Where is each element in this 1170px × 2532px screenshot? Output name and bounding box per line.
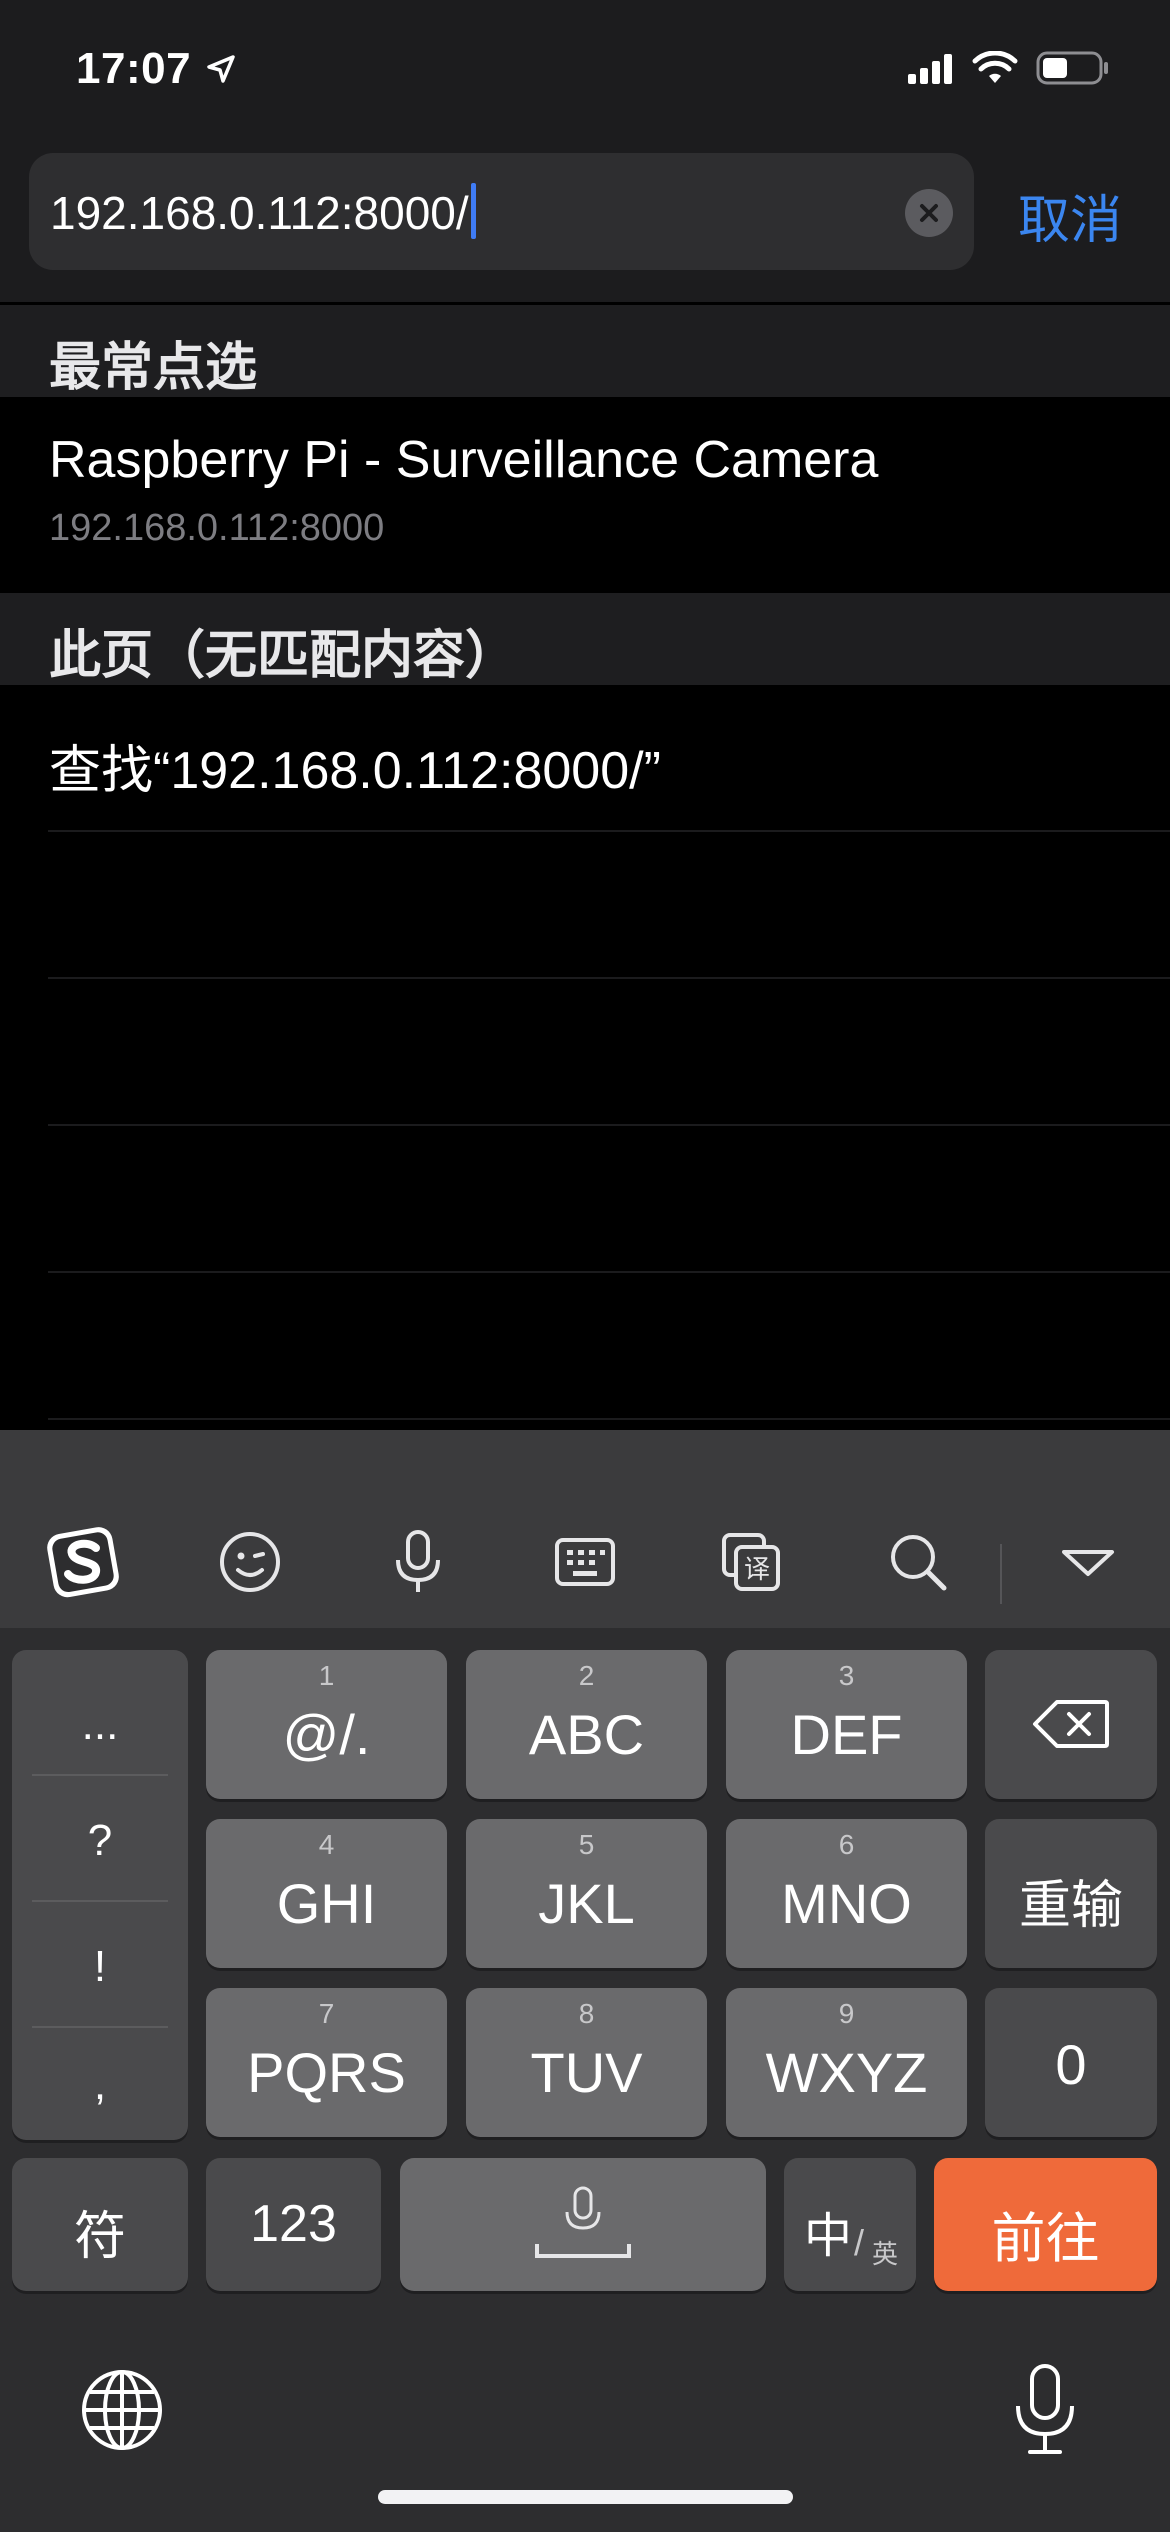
top-hit-url: 192.168.0.112:8000 [49,507,385,549]
lang-slash: / [854,2222,865,2263]
key-number: 5 [578,1829,595,1860]
symbol-key-comma[interactable]: , [12,2060,188,2110]
key-label: TUV [530,2041,643,2104]
reenter-key[interactable]: 重输 [985,1819,1157,1968]
go-key[interactable]: 前往 [934,2158,1157,2291]
symbol-divider [32,2026,168,2028]
translate-icon[interactable]: 译 [711,1522,791,1602]
language-switch-key[interactable]: 中 / 英 [784,2158,916,2291]
keyboard-icon[interactable] [545,1522,625,1602]
on-page-header-label: 此页（无匹配内容） [49,627,518,685]
search-icon[interactable] [878,1522,958,1602]
backspace-key[interactable] [985,1650,1157,1799]
home-indicator [378,2490,793,2504]
key-label: @/. [282,1703,371,1766]
status-icons [906,50,1110,91]
key-1[interactable]: 1 @/. [206,1650,447,1799]
key-label: DEF [790,1703,903,1766]
toolbar-separator [1000,1544,1002,1604]
key-6[interactable]: 6 MNO [726,1819,967,1968]
symbol-column: ... ? ! , [12,1650,188,2140]
key-3[interactable]: 3 DEF [726,1650,967,1799]
row-divider [48,1271,1170,1273]
top-hit-row[interactable] [0,397,1170,593]
clear-text-button[interactable] [905,189,953,237]
symbol-key-ellipsis[interactable]: ... [12,1700,188,1750]
key-4[interactable]: 4 GHI [206,1819,447,1968]
key-9[interactable]: 9 WXYZ [726,1988,967,2137]
close-icon [920,204,938,222]
globe-icon[interactable] [80,2368,164,2457]
status-time: 17:07 [76,44,192,93]
key-8[interactable]: 8 TUV [466,1988,707,2137]
key-number: 9 [838,1998,855,2029]
key-label: WXYZ [765,2041,928,2104]
on-page-header: 此页（无匹配内容） [0,593,1170,685]
numeric-key[interactable]: 123 [206,2158,381,2291]
dictation-icon[interactable] [1010,2362,1080,2463]
reenter-label: 重输 [1018,1877,1123,1935]
lang-secondary-label: 英 [872,2239,899,2269]
url-text: 192.168.0.112:8000/ [50,187,469,239]
key-7[interactable]: 7 PQRS [206,1988,447,2137]
key-number: 7 [318,1998,335,2029]
key-label: 0 [1055,2033,1087,2096]
sogou-logo-icon[interactable] [44,1522,124,1602]
cellular-signal-icon [906,52,954,89]
key-number: 6 [838,1829,855,1860]
top-hits-header-label: 最常点选 [49,339,258,397]
key-number: 2 [578,1660,595,1691]
space-key[interactable] [400,2158,766,2291]
key-5[interactable]: 5 JKL [466,1819,707,1968]
symbol-divider [32,1900,168,1902]
cancel-button[interactable]: 取消 [1018,178,1122,253]
lang-primary-label: 中 [804,2210,853,2263]
text-caret [470,183,476,239]
url-input[interactable]: 192.168.0.112:8000/ [50,183,476,240]
battery-icon [1036,50,1110,91]
symbol-key[interactable]: 符 [12,2158,188,2291]
numeric-key-label: 123 [250,2195,337,2253]
key-number: 4 [318,1829,335,1860]
row-divider [48,830,1170,832]
key-label: MNO [781,1872,912,1935]
wifi-icon [972,50,1018,90]
key-number: 8 [578,1998,595,2029]
top-hits-header: 最常点选 [0,305,1170,397]
collapse-keyboard-icon[interactable] [1048,1522,1128,1602]
key-0[interactable]: 0 [985,1988,1157,2137]
key-number: 1 [318,1660,335,1691]
backspace-icon [1033,1700,1109,1748]
key-label: ABC [528,1703,645,1766]
symbol-divider [32,1774,168,1776]
key-number: 3 [838,1660,855,1691]
find-on-page-label: 查找“192.168.0.112:8000/” [49,742,661,800]
key-label: GHI [276,1872,377,1935]
microphone-icon[interactable] [378,1522,458,1602]
row-divider [48,1418,1170,1420]
top-hit-title: Raspberry Pi - Surveillance Camera [49,431,879,489]
row-divider [48,1124,1170,1126]
row-divider [48,977,1170,979]
svg-text:译: 译 [744,1555,770,1585]
symbol-key-label: 符 [73,2208,126,2266]
symbol-key-question[interactable]: ? [12,1816,188,1866]
location-arrow-icon [206,54,236,89]
key-label: JKL [538,1872,635,1935]
emoji-icon[interactable] [210,1522,290,1602]
go-key-label: 前往 [991,2209,1100,2269]
symbol-key-exclamation[interactable]: ! [12,1942,188,1992]
key-2[interactable]: 2 ABC [466,1650,707,1799]
key-label: PQRS [247,2041,406,2104]
space-voice-icon [535,2186,631,2258]
